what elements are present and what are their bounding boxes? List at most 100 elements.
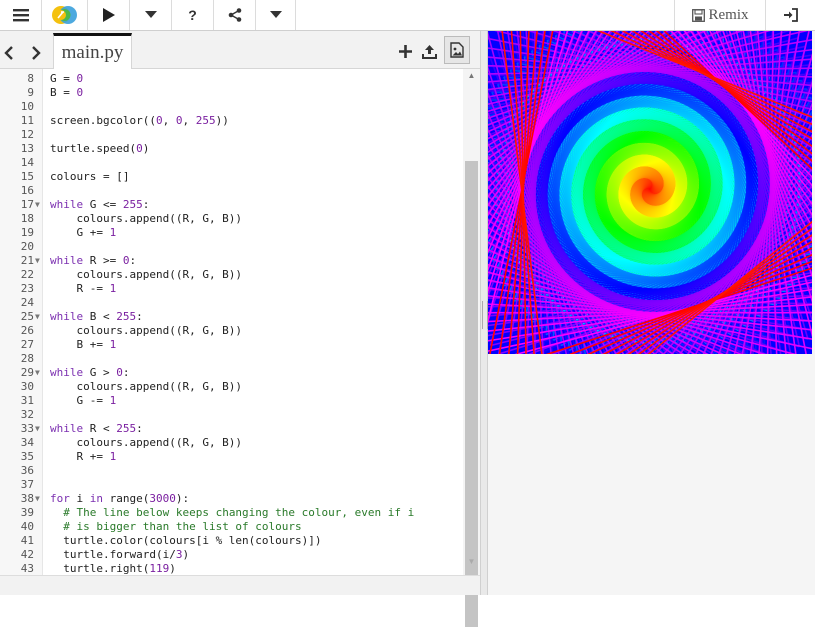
code-line[interactable]: 37 bbox=[0, 478, 463, 492]
code-text: while G > 0: bbox=[50, 366, 130, 380]
line-number: 26 bbox=[0, 324, 34, 338]
tab-main-py[interactable]: main.py bbox=[53, 33, 132, 69]
fold-arrow-icon[interactable]: ▼ bbox=[35, 366, 40, 380]
line-number: 20 bbox=[0, 240, 34, 254]
run-button[interactable] bbox=[88, 0, 130, 30]
code-text: R += 1 bbox=[50, 450, 116, 464]
line-number: 40 bbox=[0, 520, 34, 534]
line-number: 17 bbox=[0, 198, 34, 212]
remix-label: Remix bbox=[709, 7, 749, 24]
login-button[interactable] bbox=[766, 0, 815, 30]
line-number: 22 bbox=[0, 268, 34, 282]
run-options-dropdown[interactable] bbox=[130, 0, 172, 30]
code-line[interactable]: 39 # The line below keeps changing the c… bbox=[0, 506, 463, 520]
code-line[interactable]: 10 bbox=[0, 100, 463, 114]
code-line[interactable]: 40 # is bigger than the list of colours bbox=[0, 520, 463, 534]
editor-vertical-scrollbar[interactable]: ▲ ▼ bbox=[463, 69, 480, 575]
code-line[interactable]: 34 colours.append((R, G, B)) bbox=[0, 436, 463, 450]
fold-arrow-icon[interactable]: ▼ bbox=[35, 254, 40, 268]
code-line[interactable]: 28 bbox=[0, 352, 463, 366]
line-number: 33 bbox=[0, 422, 34, 436]
chevron-right-icon[interactable] bbox=[31, 46, 41, 60]
remix-button[interactable]: Remix bbox=[674, 0, 766, 30]
code-line[interactable]: 31 G -= 1 bbox=[0, 394, 463, 408]
share-options-dropdown[interactable] bbox=[256, 0, 296, 30]
code-line[interactable]: 22 colours.append((R, G, B)) bbox=[0, 268, 463, 282]
dropdown-icon bbox=[145, 11, 157, 19]
code-line[interactable]: 13turtle.speed(0) bbox=[0, 142, 463, 156]
code-editor[interactable]: 8G = 09B = 01011screen.bgcolor((0, 0, 25… bbox=[0, 69, 463, 575]
line-number: 38 bbox=[0, 492, 34, 506]
code-line[interactable]: 43 turtle.right(119) bbox=[0, 562, 463, 575]
line-number: 27 bbox=[0, 338, 34, 352]
menu-button[interactable] bbox=[0, 0, 42, 30]
code-line[interactable]: 12 bbox=[0, 128, 463, 142]
code-line[interactable]: 26 colours.append((R, G, B)) bbox=[0, 324, 463, 338]
code-line[interactable]: 9B = 0 bbox=[0, 86, 463, 100]
line-number: 11 bbox=[0, 114, 34, 128]
file-nav-arrows[interactable] bbox=[4, 39, 41, 63]
code-line[interactable]: 38▼for i in range(3000): bbox=[0, 492, 463, 506]
code-text: turtle.speed(0) bbox=[50, 142, 149, 156]
code-line[interactable]: 21▼while R >= 0: bbox=[0, 254, 463, 268]
code-line[interactable]: 20 bbox=[0, 240, 463, 254]
line-number: 39 bbox=[0, 506, 34, 520]
fold-arrow-icon[interactable]: ▼ bbox=[35, 422, 40, 436]
line-number: 42 bbox=[0, 548, 34, 562]
save-icon bbox=[692, 9, 705, 22]
line-number: 25 bbox=[0, 310, 34, 324]
code-text: R -= 1 bbox=[50, 282, 116, 296]
code-line[interactable]: 16 bbox=[0, 184, 463, 198]
scroll-up-arrow-icon[interactable]: ▲ bbox=[463, 71, 480, 80]
line-number: 31 bbox=[0, 394, 34, 408]
trinket-logo-button[interactable] bbox=[42, 0, 88, 30]
image-library-button[interactable] bbox=[444, 36, 470, 64]
code-line[interactable]: 17▼while G <= 255: bbox=[0, 198, 463, 212]
code-line[interactable]: 25▼while B < 255: bbox=[0, 310, 463, 324]
add-file-button[interactable] bbox=[396, 42, 414, 62]
code-line[interactable]: 14 bbox=[0, 156, 463, 170]
code-text: G += 1 bbox=[50, 226, 116, 240]
code-line[interactable]: 19 G += 1 bbox=[0, 226, 463, 240]
share-button[interactable] bbox=[214, 0, 256, 30]
code-line[interactable]: 27 B += 1 bbox=[0, 338, 463, 352]
chevron-left-icon[interactable] bbox=[4, 46, 14, 60]
code-line[interactable]: 35 R += 1 bbox=[0, 450, 463, 464]
code-line[interactable]: 18 colours.append((R, G, B)) bbox=[0, 212, 463, 226]
code-line[interactable]: 29▼while G > 0: bbox=[0, 366, 463, 380]
code-line[interactable]: 32 bbox=[0, 408, 463, 422]
tab-label: main.py bbox=[62, 42, 124, 64]
code-line[interactable]: 15colours = [] bbox=[0, 170, 463, 184]
line-number: 19 bbox=[0, 226, 34, 240]
line-number: 9 bbox=[0, 86, 34, 100]
editor-header: main.py bbox=[0, 31, 480, 69]
code-line[interactable]: 33▼ while R < 255: bbox=[0, 422, 463, 436]
code-line[interactable]: 36 bbox=[0, 464, 463, 478]
top-toolbar: ? Remix bbox=[0, 0, 815, 31]
output-pane bbox=[488, 31, 815, 595]
menu-icon bbox=[13, 8, 29, 22]
line-number: 35 bbox=[0, 450, 34, 464]
line-number: 15 bbox=[0, 170, 34, 184]
help-button[interactable]: ? bbox=[172, 0, 214, 30]
line-number: 23 bbox=[0, 282, 34, 296]
upload-button[interactable] bbox=[420, 42, 438, 62]
fold-arrow-icon[interactable]: ▼ bbox=[35, 492, 40, 506]
code-line[interactable]: 42 turtle.forward(i/3) bbox=[0, 548, 463, 562]
code-text: while R < 255: bbox=[50, 422, 143, 436]
fold-arrow-icon[interactable]: ▼ bbox=[35, 198, 40, 212]
code-text: colours.append((R, G, B)) bbox=[50, 212, 242, 226]
fold-arrow-icon[interactable]: ▼ bbox=[35, 310, 40, 324]
editor-horizontal-scrollbar[interactable] bbox=[0, 575, 480, 595]
code-line[interactable]: 8G = 0 bbox=[0, 72, 463, 86]
code-line[interactable]: 30 colours.append((R, G, B)) bbox=[0, 380, 463, 394]
line-number: 24 bbox=[0, 296, 34, 310]
code-line[interactable]: 41 turtle.color(colours[i % len(colours)… bbox=[0, 534, 463, 548]
code-line[interactable]: 24 bbox=[0, 296, 463, 310]
scroll-down-arrow-icon[interactable]: ▼ bbox=[463, 557, 480, 566]
code-text: B += 1 bbox=[50, 338, 116, 352]
pane-splitter[interactable] bbox=[480, 31, 488, 595]
code-line[interactable]: 11screen.bgcolor((0, 0, 255)) bbox=[0, 114, 463, 128]
code-text: colours.append((R, G, B)) bbox=[50, 436, 242, 450]
code-line[interactable]: 23 R -= 1 bbox=[0, 282, 463, 296]
